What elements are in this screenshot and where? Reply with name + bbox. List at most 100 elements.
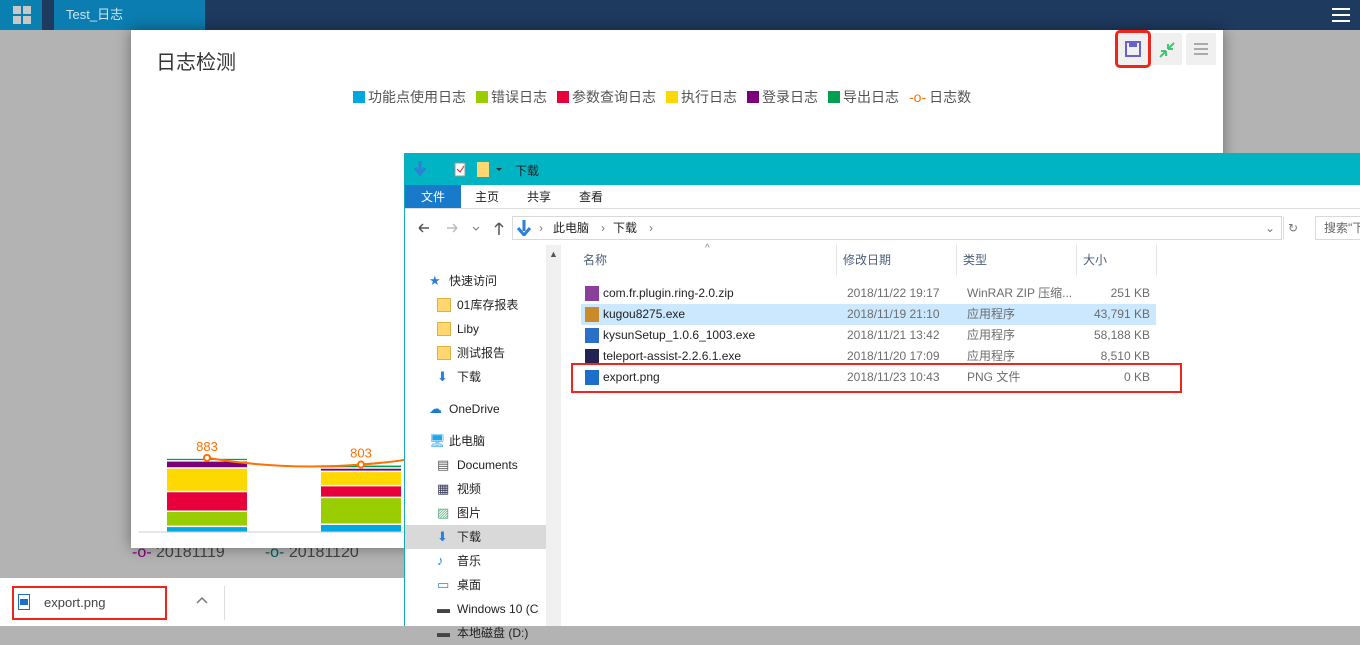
legend-swatch	[747, 91, 759, 103]
column-date[interactable]: 修改日期	[837, 245, 957, 275]
nav-item-label: 测试报告	[457, 346, 506, 360]
ribbon-tab-view[interactable]: 查看	[565, 185, 617, 208]
down-icon: ⬇	[437, 369, 448, 384]
nav-item-label: Windows 10 (C	[457, 602, 539, 616]
line-point	[357, 460, 365, 469]
nav-item[interactable]: ▦ 视频	[437, 477, 554, 501]
bar-segment	[321, 468, 401, 471]
legend-swatch: -o-	[909, 89, 927, 105]
file-row[interactable]: kysunSetup_1.0.6_1003.exe 2018/11/21 13:4…	[581, 325, 1156, 346]
legend-swatch	[353, 91, 365, 103]
drive-icon: ▬	[437, 601, 450, 616]
nav-item[interactable]: ▬ 本地磁盘 (D:)	[437, 621, 554, 645]
legend-item[interactable]: 登录日志	[747, 87, 818, 107]
nav-item[interactable]: ▨ 图片	[437, 501, 554, 525]
nav-item[interactable]: 01库存报表	[437, 293, 554, 317]
file-row[interactable]: com.fr.plugin.ring-2.0.zip 2018/11/22 19:…	[581, 283, 1156, 304]
highlight-export-file	[571, 363, 1182, 393]
file-type: 应用程序	[967, 307, 1016, 321]
chart-menu-button[interactable]	[1186, 33, 1216, 65]
file-name: com.fr.plugin.ring-2.0.zip	[603, 286, 734, 300]
file-date: 2018/11/19 21:10	[847, 307, 940, 321]
legend-label: 导出日志	[843, 89, 899, 105]
history-dropdown-icon[interactable]: ⌄	[1265, 217, 1275, 239]
column-name[interactable]: 名称	[565, 245, 837, 275]
data-label: 803	[350, 446, 372, 461]
data-label: 883	[196, 439, 218, 454]
nav-item[interactable]: ⬇ 下载	[437, 365, 554, 389]
nav-item[interactable]: ♪ 音乐	[437, 549, 554, 573]
nav-item[interactable]: ▬ Windows 10 (C	[437, 597, 554, 621]
star-icon: ★	[429, 273, 441, 288]
nav-item[interactable]: ▤ Documents	[437, 453, 554, 477]
cloud-icon: ☁	[429, 401, 442, 416]
bar-segment	[167, 527, 247, 532]
drive-icon: ▬	[437, 625, 450, 640]
menu-icon	[1194, 43, 1208, 55]
file-icon	[585, 286, 599, 301]
file-icon	[585, 349, 599, 364]
quick-access-toolbar[interactable]	[413, 159, 513, 179]
folder-icon	[437, 298, 451, 312]
download-filename: export.png	[44, 595, 106, 610]
ribbon-tab-home[interactable]: 主页	[461, 185, 513, 208]
breadcrumb-downloads[interactable]: 下载	[613, 217, 637, 239]
file-icon	[585, 307, 599, 322]
column-type[interactable]: 类型	[957, 245, 1077, 275]
nav-item[interactable]: 测试报告	[437, 341, 554, 365]
legend-item[interactable]: -o- 日志数	[909, 87, 971, 107]
legend-item[interactable]: 导出日志	[828, 87, 899, 107]
nav-item[interactable]: Liby	[437, 317, 554, 341]
legend-swatch	[828, 91, 840, 103]
explorer-title-bar: 下载	[405, 153, 1360, 185]
file-size: 251 KB	[1110, 286, 1150, 300]
nav-item-label: 音乐	[457, 554, 482, 568]
search-input[interactable]: 搜索"下	[1315, 216, 1360, 240]
legend-label: 参数查询日志	[572, 89, 656, 105]
legend-item[interactable]: 参数查询日志	[557, 87, 656, 107]
bar-segment	[321, 472, 401, 485]
nav-item[interactable]: ▭ 桌面	[437, 573, 554, 597]
down-icon: ⬇	[437, 529, 448, 544]
nav-item-label: OneDrive	[449, 402, 500, 416]
address-bar[interactable]: › 此电脑 › 下载 › ⌄ ↻	[512, 216, 1298, 240]
chevron-up-icon[interactable]	[196, 596, 208, 604]
chart-legend: 功能点使用日志 错误日志 参数查询日志 执行日志 登录日志 导出日志 -o- 日志数	[353, 87, 971, 107]
window-title: 下载	[515, 164, 540, 178]
legend-label: 日志数	[929, 89, 972, 105]
nav-item[interactable]: 🖥 此电脑	[429, 429, 546, 453]
nav-item-label: 下载	[457, 530, 482, 544]
ribbon-tab-share[interactable]: 共享	[513, 185, 565, 208]
nav-item[interactable]: ★ 快速访问	[429, 269, 546, 293]
file-row[interactable]: kugou8275.exe 2018/11/19 21:10 应用程序 43,791 …	[581, 304, 1156, 325]
refresh-icon[interactable]: ↻	[1283, 217, 1303, 239]
hamburger-menu-icon[interactable]	[1332, 8, 1350, 22]
navigation-pane: ★ 快速访问 01库存报表 Liby 测试报告 ⬇ 下载 ☁ OneDrive 🖥 此电脑 ▤ Docu…	[405, 245, 546, 640]
bar-segment	[321, 525, 401, 532]
file-icon	[585, 328, 599, 343]
ribbon-tabs: 文件 主页 共享 查看	[405, 185, 1360, 209]
ribbon-tab-file[interactable]: 文件	[405, 185, 462, 208]
legend-item[interactable]: 功能点使用日志	[353, 87, 466, 107]
tab-test-log[interactable]: Test_日志	[54, 0, 205, 30]
legend-label: 登录日志	[762, 89, 818, 105]
nav-item[interactable]: ⬇ 下载	[405, 525, 546, 549]
download-item[interactable]: export.png	[12, 586, 167, 620]
chart-title: 日志检测	[156, 52, 236, 74]
legend-item[interactable]: 错误日志	[476, 87, 547, 107]
file-type: WinRAR ZIP 压缩...	[967, 286, 1073, 300]
app-grid-icon[interactable]	[0, 0, 42, 30]
legend-item[interactable]: 执行日志	[666, 87, 737, 107]
nav-scrollbar[interactable]: ▲	[546, 245, 561, 626]
file-date: 2018/11/21 13:42	[847, 328, 940, 342]
restore-button[interactable]	[1152, 33, 1182, 65]
column-size[interactable]: 大小	[1077, 245, 1157, 275]
save-image-button[interactable]	[1115, 30, 1151, 68]
nav-arrows[interactable]	[415, 219, 511, 237]
bar-segment	[167, 492, 247, 511]
file-size: 43,791 KB	[1093, 307, 1150, 321]
breadcrumb-pc[interactable]: 此电脑	[553, 217, 589, 239]
nav-item[interactable]: ☁ OneDrive	[429, 397, 546, 421]
download-folder-icon	[517, 220, 531, 236]
legend-swatch	[557, 91, 569, 103]
